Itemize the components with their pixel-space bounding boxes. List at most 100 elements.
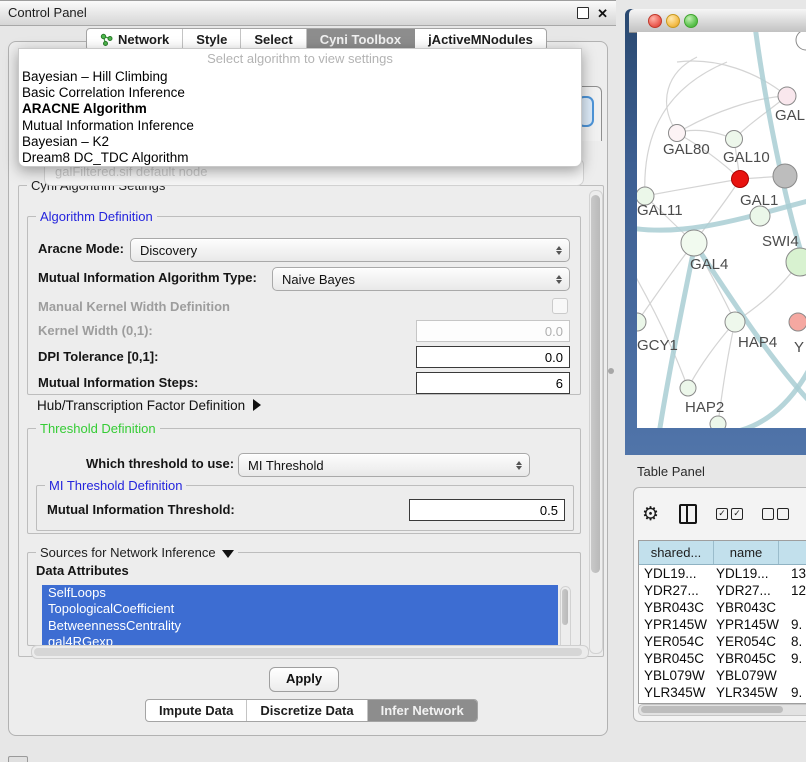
network-node[interactable] [726,131,743,148]
mi-algorithm-type-select[interactable]: Naive Bayes [272,267,570,291]
dpi-tolerance-input[interactable] [416,346,570,368]
table-cell: 9. [779,684,806,701]
dropdown-item[interactable]: Bayesian – K2 [19,134,581,150]
gear-icon[interactable]: ⚙ [642,504,659,524]
zoom-traffic-light-icon[interactable] [684,14,698,28]
tab-label: Impute Data [159,703,233,718]
dropdown-item[interactable]: ARACNE Algorithm [19,101,581,117]
float-window-icon[interactable] [577,7,589,19]
aracne-mode-select[interactable]: Discovery [130,238,570,262]
network-node[interactable] [637,313,646,331]
dropdown-item[interactable]: Dream8 DC_TDC Algorithm [19,150,581,166]
tab-style[interactable]: Style [183,29,241,50]
tab-label: Discretize Data [260,703,353,718]
which-threshold-select[interactable]: MI Threshold [238,453,530,477]
table-cell: YBR045C [639,650,714,667]
network-node[interactable] [681,230,707,256]
network-node[interactable] [732,171,749,188]
manual-kernel-width-label: Manual Kernel Width Definition [38,299,230,314]
bottom-tab-bar: Impute Data Discretize Data Infer Networ… [145,699,478,722]
expand-right-icon [253,399,261,411]
threshold-definition-legend: Threshold Definition [36,421,160,436]
hub-factor-expander[interactable]: Hub/Transcription Factor Definition [37,398,261,413]
network-node[interactable] [725,312,745,332]
network-node[interactable] [680,380,696,396]
splitter-handle[interactable] [608,368,614,374]
column-header-clipped[interactable] [779,541,806,564]
mi-threshold-legend: MI Threshold Definition [45,478,186,493]
table-row[interactable]: YDR27...YDR27...12 [639,582,806,599]
columns-icon[interactable] [679,504,697,524]
table-horizontal-scrollbar[interactable] [638,704,806,716]
network-node[interactable] [786,248,806,276]
attribute-item[interactable]: TopologicalCoefficient [42,601,558,617]
table-cell: YDR27... [714,582,779,599]
tab-jactivemnodules[interactable]: jActiveMNodules [415,29,546,50]
close-icon[interactable]: ✕ [597,8,608,20]
table-row[interactable]: YPR145WYPR145W9. [639,616,806,633]
tab-cyni-toolbox[interactable]: Cyni Toolbox [307,29,415,50]
table-toolbar: ⚙ ✓ ✓ [642,502,806,526]
aracne-mode-value: Discovery [131,243,553,258]
table-row[interactable]: YDL19...YDL19...13 [639,565,806,582]
network-node[interactable] [710,416,726,428]
tab-select[interactable]: Select [241,29,306,50]
table-row[interactable]: YER054CYER054C8. [639,633,806,650]
column-header-name[interactable]: name [714,541,779,564]
network-edge [667,57,697,133]
attribute-item[interactable]: BetweennessCentrality [42,618,558,634]
kernel-width-input[interactable] [416,320,570,342]
network-node-label: GCY1 [637,337,678,354]
apply-button[interactable]: Apply [269,667,339,692]
table-cell: YPR145W [639,616,714,633]
table-row[interactable]: YBL079WYBL079W [639,667,806,684]
network-node[interactable] [778,87,796,105]
column-header-shared-name[interactable]: shared... [639,541,714,564]
deselect-all-icon[interactable] [762,508,789,520]
network-edge [645,62,727,196]
network-node[interactable] [750,206,770,226]
table-cell: 9. [779,650,806,667]
network-node[interactable] [669,125,686,142]
table-row[interactable]: YBR045CYBR045C9. [639,650,806,667]
table-cell: YER054C [639,633,714,650]
network-graph: GALGAL80GAL10GAL1GAL11SWI4GAL4GCY1HAP4YH… [637,32,806,428]
tab-discretize-data[interactable]: Discretize Data [247,700,367,721]
stepper-arrows-icon [513,461,524,470]
node-table: shared... name YDL19...YDL19...13YDR27..… [638,540,806,704]
network-node-label: HAP2 [685,399,724,416]
minimize-traffic-light-icon[interactable] [666,14,680,28]
network-edge [677,61,787,96]
dropdown-item[interactable]: Basic Correlation Inference [19,85,581,101]
mi-steps-input[interactable] [416,372,570,394]
attribute-item[interactable]: SelfLoops [42,585,558,601]
network-node[interactable] [789,313,806,331]
dropdown-item[interactable]: Bayesian – Hill Climbing [19,69,581,85]
table-cell [779,599,806,616]
sources-legend[interactable]: Sources for Network Inference [36,545,238,560]
kernel-width-label: Kernel Width (0,1): [38,323,153,338]
stepper-arrows-icon [553,275,564,284]
network-canvas[interactable]: GALGAL80GAL10GAL1GAL11SWI4GAL4GCY1HAP4YH… [637,32,806,428]
manual-kernel-width-checkbox[interactable] [552,298,568,314]
table-row[interactable]: YBR043CYBR043C [639,599,806,616]
close-traffic-light-icon[interactable] [648,14,662,28]
dropdown-item[interactable]: Mutual Information Inference [19,118,581,134]
horizontal-scrollbar[interactable] [31,645,589,659]
data-attributes-label: Data Attributes [36,563,129,578]
tab-infer-network[interactable]: Infer Network [368,700,477,721]
mi-threshold-input[interactable] [409,499,565,521]
collapse-down-icon [222,550,234,558]
settings-vertical-scrollbar[interactable] [589,190,603,654]
tab-impute-data[interactable]: Impute Data [146,700,247,721]
tab-network[interactable]: Network [87,29,183,50]
mi-algorithm-type-label: Mutual Information Algorithm Type: [38,270,257,285]
network-window-titlebar[interactable] [629,9,806,33]
network-node[interactable] [773,164,797,188]
list-vertical-scrollbar[interactable] [560,586,571,652]
select-all-icon[interactable]: ✓ ✓ [716,508,743,520]
table-cell: YDL19... [714,565,779,582]
network-node[interactable] [796,32,806,50]
table-body: YDL19...YDL19...13YDR27...YDR27...12YBR0… [639,565,806,704]
table-row[interactable]: YLR345WYLR345W9. [639,684,806,701]
